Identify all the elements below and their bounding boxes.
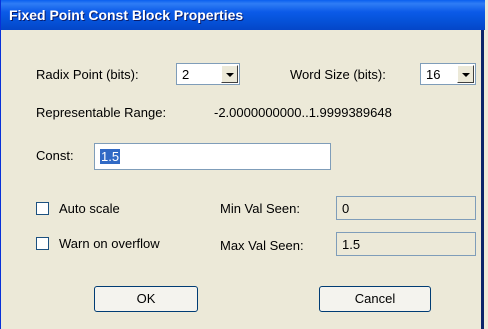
const-value: 1.5 bbox=[100, 149, 121, 164]
word-size-value: 16 bbox=[426, 67, 441, 82]
title-bar[interactable]: Fixed Point Const Block Properties bbox=[1, 0, 485, 30]
representable-range-label: Representable Range: bbox=[36, 105, 167, 120]
min-val-value: 0 bbox=[342, 201, 350, 216]
auto-scale-label[interactable]: Auto scale bbox=[59, 201, 120, 216]
radix-point-select[interactable]: 2 bbox=[176, 63, 240, 85]
cancel-button[interactable]: Cancel bbox=[319, 286, 431, 312]
const-label: Const: bbox=[36, 148, 74, 163]
radix-point-label: Radix Point (bits): bbox=[36, 67, 139, 82]
properties-dialog: Fixed Point Const Block Properties Radix… bbox=[0, 0, 485, 329]
min-val-field: 0 bbox=[336, 196, 476, 220]
representable-range-value: -2.0000000000..1.9999389648 bbox=[214, 105, 392, 120]
max-val-label: Max Val Seen: bbox=[220, 238, 304, 253]
chevron-down-icon[interactable] bbox=[457, 65, 474, 83]
max-val-value: 1.5 bbox=[342, 237, 361, 252]
max-val-field: 1.5 bbox=[336, 232, 476, 256]
radix-point-value: 2 bbox=[182, 67, 190, 82]
warn-overflow-label[interactable]: Warn on overflow bbox=[59, 236, 160, 251]
ok-button[interactable]: OK bbox=[94, 286, 198, 312]
word-size-select[interactable]: 16 bbox=[420, 63, 476, 85]
const-input[interactable]: 1.5 bbox=[94, 143, 331, 170]
auto-scale-checkbox[interactable] bbox=[36, 202, 49, 215]
warn-overflow-checkbox[interactable] bbox=[36, 237, 49, 250]
word-size-label: Word Size (bits): bbox=[290, 67, 386, 82]
chevron-down-icon[interactable] bbox=[221, 65, 238, 83]
min-val-label: Min Val Seen: bbox=[220, 201, 300, 216]
window-title: Fixed Point Const Block Properties bbox=[9, 7, 244, 23]
